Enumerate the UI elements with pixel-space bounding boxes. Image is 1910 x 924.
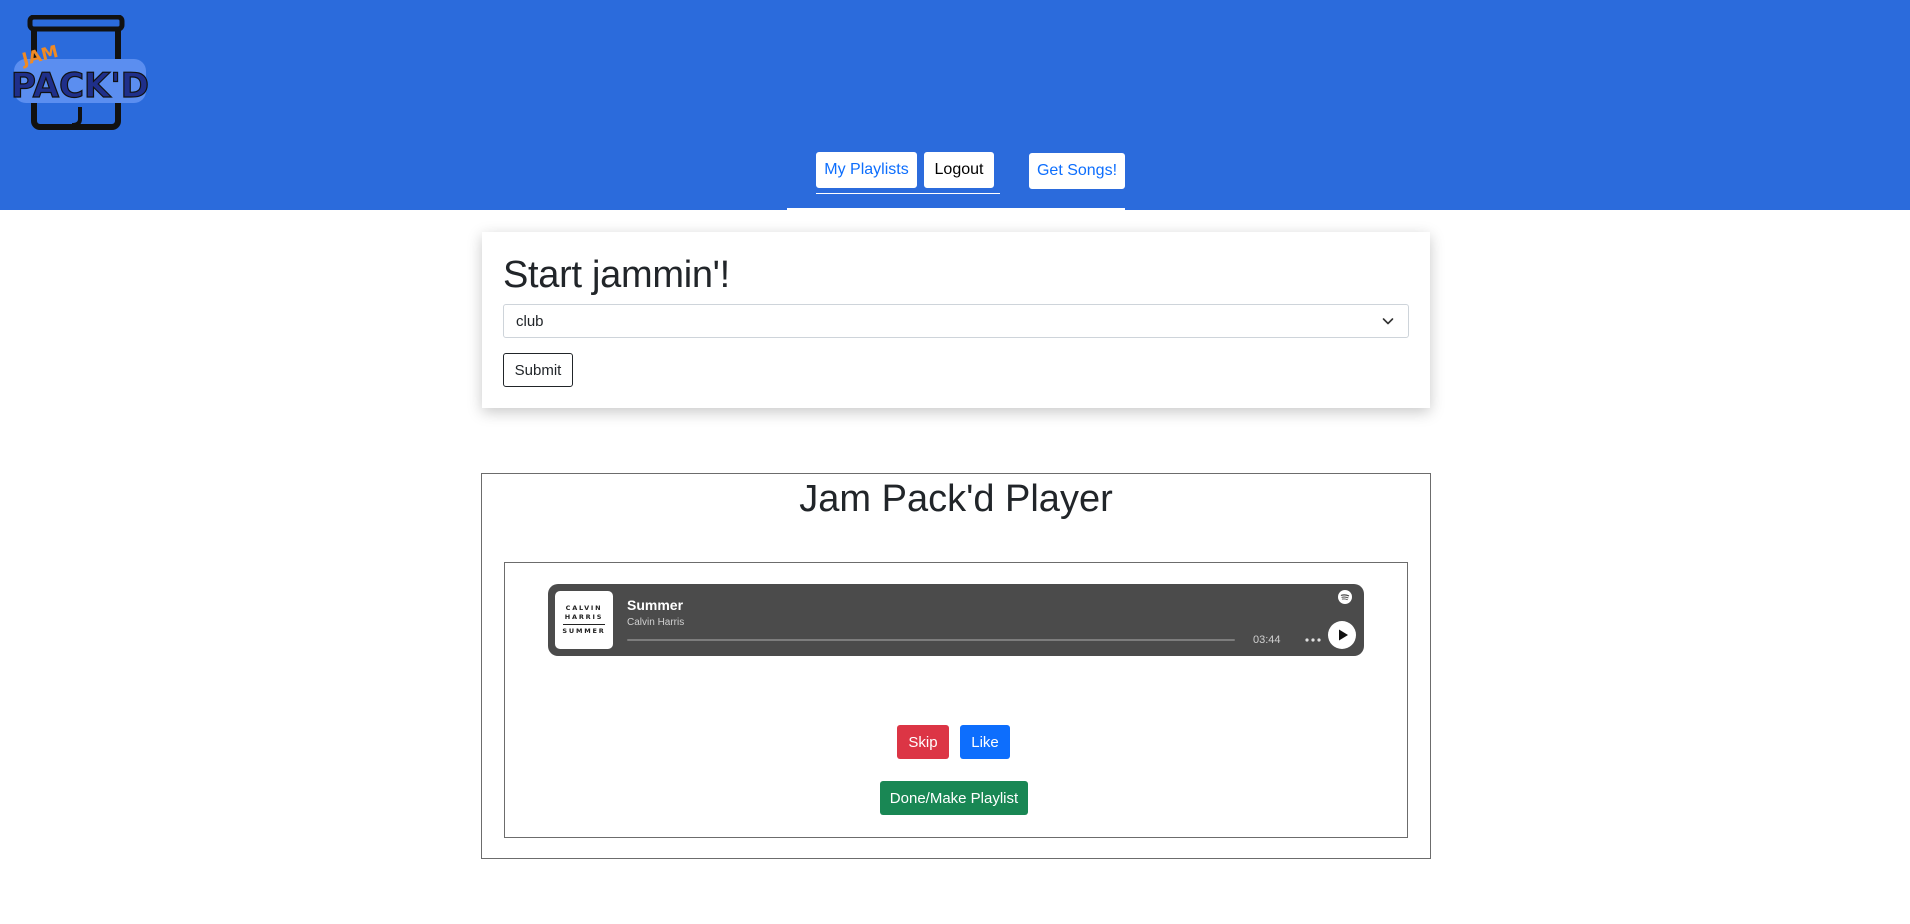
genre-select-value: club — [516, 312, 544, 330]
player-inner-box: CALVIN HARRIS SUMMER Summer Calvin Harri… — [504, 562, 1408, 838]
done-make-playlist-button[interactable]: Done/Make Playlist — [880, 781, 1028, 815]
player-title: Jam Pack'd Player — [799, 478, 1113, 520]
nav-divider — [787, 208, 1125, 210]
cover-line-2: HARRIS — [564, 613, 604, 621]
cover-divider — [563, 624, 605, 625]
track-name[interactable]: Summer — [627, 597, 683, 613]
spotify-embed[interactable]: CALVIN HARRIS SUMMER Summer Calvin Harri… — [548, 584, 1364, 656]
track-artist[interactable]: Calvin Harris — [627, 617, 684, 628]
progress-bar[interactable] — [627, 639, 1235, 641]
submit-button[interactable]: Submit — [503, 353, 573, 387]
logout-button[interactable]: Logout — [924, 152, 994, 188]
main-nav: My Playlists Logout Get Songs! — [0, 0, 1910, 210]
start-jammin-card: Start jammin'! club Submit — [482, 232, 1430, 408]
nav-underline — [816, 193, 1000, 194]
genre-select[interactable]: club — [503, 304, 1409, 338]
site-header: PACK'D JAM My Playlists Logout Get Songs… — [0, 0, 1910, 210]
like-button[interactable]: Like — [960, 725, 1010, 759]
album-cover: CALVIN HARRIS SUMMER — [555, 591, 613, 649]
player-card: Jam Pack'd Player CALVIN HARRIS SUMMER S… — [481, 473, 1431, 859]
chevron-down-icon — [1382, 318, 1394, 325]
start-title: Start jammin'! — [503, 254, 730, 296]
spotify-icon[interactable] — [1338, 590, 1352, 604]
get-songs-button[interactable]: Get Songs! — [1029, 153, 1125, 189]
cover-line-3: SUMMER — [562, 627, 606, 635]
play-icon — [1339, 629, 1348, 641]
more-icon[interactable] — [1304, 634, 1322, 646]
play-button[interactable] — [1328, 621, 1356, 649]
track-duration: 03:44 — [1253, 634, 1281, 646]
skip-button[interactable]: Skip — [897, 725, 949, 759]
my-playlists-button[interactable]: My Playlists — [816, 152, 917, 188]
cover-line-1: CALVIN — [565, 604, 603, 612]
